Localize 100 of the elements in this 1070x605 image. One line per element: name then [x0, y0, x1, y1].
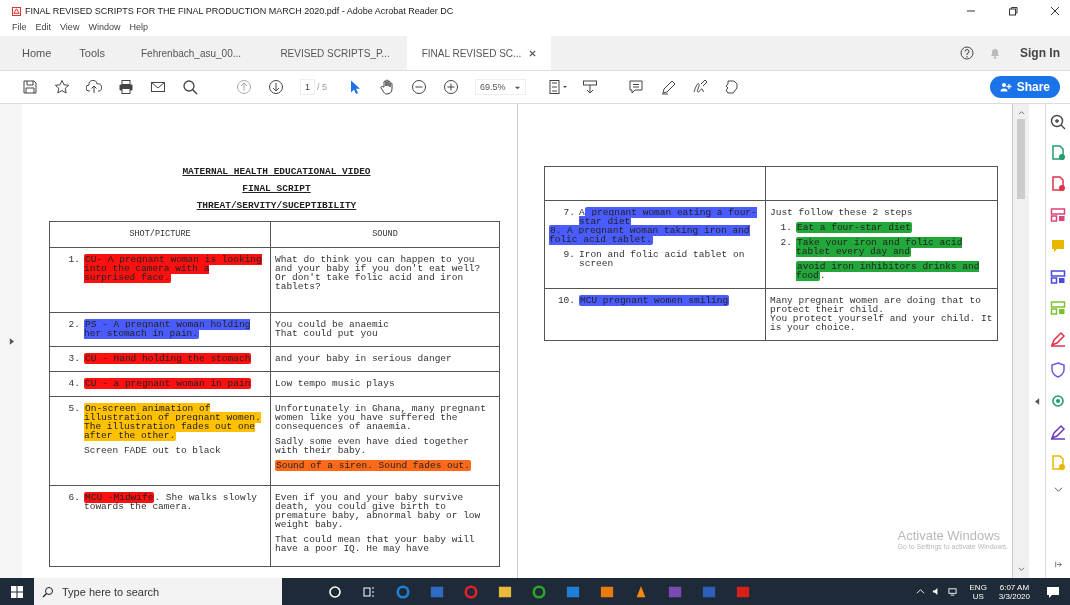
language-label[interactable]: ENG — [969, 582, 987, 592]
share-button[interactable]: Share — [989, 76, 1060, 98]
script-text: Even if you and your baby survive death, you could give birth to premature baby, abnormal baby or low weight baby. — [275, 493, 482, 529]
document-plus-icon[interactable] — [1050, 145, 1066, 161]
script-text: That could put you — [275, 329, 378, 338]
print-icon[interactable] — [118, 79, 134, 95]
script-text: Unfortunately in Ghana, many pregnant women like you have suffered the consequences of anaemia. — [275, 404, 487, 431]
script-text: Iron and folic acid tablet on screen — [579, 250, 746, 268]
tab[interactable]: FINAL REVISED SC... — [407, 36, 552, 70]
item-number: 5. — [67, 404, 81, 416]
expand-arrow-icon[interactable] — [8, 337, 14, 345]
menu-item[interactable]: Help — [129, 22, 148, 36]
item-number: 1. — [779, 223, 793, 232]
script-text: You protect yourself and your child. It is your choice. — [770, 314, 993, 332]
collapse-arrow-icon[interactable] — [1034, 397, 1040, 405]
circle-icon[interactable] — [532, 584, 546, 599]
star-icon[interactable] — [54, 79, 70, 95]
script-text: Take your iron and folic acid tablet every day and — [796, 238, 964, 256]
region-label[interactable]: US — [972, 591, 984, 601]
task-view-icon[interactable] — [362, 584, 376, 599]
script-text: Low tempo music plays — [275, 379, 395, 388]
script-text: MCU -Midwife. She walks slowly towards the camera. — [84, 493, 259, 511]
script-text: CU - Hand holding the stomach — [84, 354, 252, 363]
pen-icon[interactable] — [1050, 331, 1066, 347]
document-heading: MATERNAL HEALTH EDUCATIONAL VIDEO — [182, 166, 371, 177]
script-text: Screen FADE out to black — [84, 446, 221, 455]
save-icon[interactable] — [22, 79, 38, 95]
column-header: SOUND — [372, 230, 398, 239]
script-text: PS - A pregnant woman holding her stomach in pain. — [84, 320, 252, 338]
hand-icon[interactable] — [379, 79, 396, 95]
comment-icon[interactable] — [627, 79, 644, 95]
script-text: CU - a pregnant woman in pain — [84, 379, 252, 388]
item-number: 3. — [67, 354, 81, 363]
menu-item[interactable]: View — [60, 22, 80, 36]
tab[interactable]: Tools — [65, 36, 120, 70]
pdf-icon — [12, 6, 21, 16]
chevron-down-icon[interactable] — [1053, 486, 1063, 493]
activation-title: Activate Windows — [897, 528, 1002, 543]
zoom-in-icon[interactable] — [1050, 114, 1066, 130]
page-number-field[interactable]: 1 — [300, 79, 315, 95]
tab[interactable]: REVISED SCRIPTS_P... — [263, 36, 408, 70]
document-heading: THREAT/SERVITY/SUCEPTIBILITY — [196, 200, 357, 211]
script-text: Sadly some even have died together with their baby. — [275, 437, 470, 455]
script-text: avoid iron inhibitors drinks and food. — [796, 262, 981, 280]
upload-icon[interactable] — [86, 79, 102, 95]
item-number: 2. — [779, 238, 793, 250]
script-text: Eat a four-star diet — [796, 223, 913, 232]
app-icon[interactable] — [600, 584, 614, 599]
close-icon[interactable] — [1050, 6, 1060, 16]
menu-item[interactable]: Edit — [35, 22, 52, 36]
tab[interactable]: Home — [8, 36, 66, 70]
person-add-icon — [999, 82, 1012, 92]
item-number: 7. — [562, 208, 576, 220]
item-number: 10. — [556, 296, 576, 305]
document-plus-icon[interactable] — [1050, 176, 1066, 192]
close-icon[interactable] — [529, 49, 537, 57]
zoom-out-icon[interactable] — [411, 79, 428, 95]
help-icon[interactable] — [960, 46, 974, 60]
chevron-up-icon[interactable] — [915, 587, 925, 596]
windows-icon[interactable] — [10, 584, 24, 599]
script-text: Just follow these 2 steps — [770, 208, 913, 217]
item-number: 1. — [67, 255, 81, 267]
scroll-down-icon[interactable] — [1017, 567, 1025, 572]
scrollbar-thumb[interactable] — [1017, 119, 1025, 199]
item-number: 6. — [67, 493, 81, 505]
clock-date[interactable]: 3/3/2020 — [998, 591, 1030, 601]
script-text: Many pregnant women are doing that to protect their child. — [770, 296, 982, 314]
layout-icon[interactable] — [1050, 207, 1066, 223]
shield-icon[interactable] — [1050, 362, 1066, 378]
item-number: 4. — [67, 379, 81, 388]
search-icon[interactable] — [182, 79, 198, 95]
script-text: Sound of a siren. Sound fades out. — [275, 461, 471, 470]
clock-time[interactable]: 6:07 AM — [999, 582, 1030, 592]
script-text: CU- A pregnant woman is looking into the camera with a surprised face. — [84, 255, 263, 282]
scroll-icon[interactable] — [581, 79, 598, 95]
search-icon — [42, 585, 54, 598]
tab[interactable]: Fehrenbach_asu_00... — [119, 36, 264, 70]
taskbar-search-field[interactable]: Type here to search — [34, 578, 282, 605]
app-icon[interactable] — [702, 584, 716, 599]
script-text: and your baby in serious danger — [275, 354, 452, 363]
cone-icon[interactable] — [634, 584, 648, 599]
fit-page-icon[interactable] — [547, 79, 570, 95]
restore-icon[interactable] — [1008, 6, 1018, 16]
page-count: / 5 — [317, 82, 328, 92]
menu-item[interactable]: Window — [88, 22, 121, 36]
scroll-up-icon[interactable] — [1017, 110, 1025, 115]
sign-in-link[interactable]: Sign In — [1020, 46, 1060, 60]
window-title: FINAL REVISED SCRIPTS FOR THE FINAL PRODUCTION MARCH 2020.pdf - Adobe Acrobat Reader DC — [25, 6, 454, 16]
menu-item[interactable]: File — [12, 22, 27, 36]
notification-icon[interactable] — [1046, 584, 1060, 599]
column-header: SHOT/PICTURE — [129, 230, 191, 239]
app-icon[interactable] — [668, 584, 682, 599]
document-heading: FINAL SCRIPT — [242, 183, 311, 194]
panel-collapse-icon[interactable] — [1053, 561, 1063, 568]
app-icon[interactable] — [736, 584, 750, 599]
cortana-icon[interactable] — [328, 584, 342, 599]
zoom-in-icon[interactable] — [443, 79, 460, 95]
pen-icon[interactable] — [659, 79, 676, 95]
zoom-dropdown[interactable]: 69.5% — [475, 79, 526, 95]
script-text: MCU pregnant women smiling — [579, 296, 730, 305]
